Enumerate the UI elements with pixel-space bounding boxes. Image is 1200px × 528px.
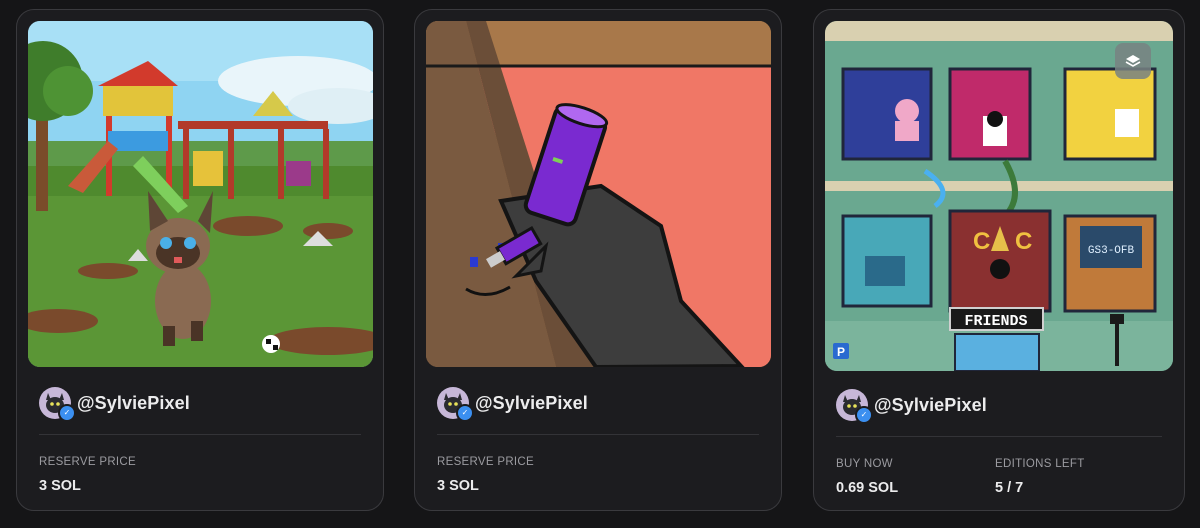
creator-avatar: ✓ xyxy=(836,389,873,424)
svg-text:C: C xyxy=(973,228,990,255)
nft-card-purple-battery[interactable]: ✓ @SylviePixel RESERVE PRICE 3 SOL xyxy=(414,9,782,511)
svg-text:C: C xyxy=(1015,228,1032,255)
artwork-friends-building[interactable]: C C FRIENDS GS3-OFB P xyxy=(825,21,1173,371)
buy-now-label: BUY NOW xyxy=(836,458,893,470)
artwork-purple-battery[interactable] xyxy=(426,21,771,367)
nft-card-playground-cat[interactable]: ✓ @SylviePixel RESERVE PRICE 3 SOL xyxy=(16,9,384,511)
editions-left-label: EDITIONS LEFT xyxy=(995,458,1085,470)
editions-left: EDITIONS LEFT 5 / 7 xyxy=(995,458,1085,496)
verified-check-icon: ✓ xyxy=(855,406,873,424)
reserve-price-value: 3 SOL xyxy=(39,478,81,494)
verified-check-icon: ✓ xyxy=(58,404,76,422)
divider xyxy=(39,434,361,435)
verified-check-icon: ✓ xyxy=(456,404,474,422)
creator-row[interactable]: ✓ @SylviePixel xyxy=(39,387,190,422)
friends-sign: FRIENDS xyxy=(964,313,1027,330)
creator-handle[interactable]: @SylviePixel xyxy=(77,393,190,414)
svg-text:P: P xyxy=(837,345,845,359)
reserve-price: RESERVE PRICE 3 SOL xyxy=(39,456,136,494)
nft-card-friends-building[interactable]: C C FRIENDS GS3-OFB P ✓ @SylviePixel BUY… xyxy=(813,9,1185,511)
reserve-price-value: 3 SOL xyxy=(437,478,479,494)
divider xyxy=(437,434,759,435)
layers-icon[interactable] xyxy=(1115,43,1151,79)
reserve-price: RESERVE PRICE 3 SOL xyxy=(437,456,534,494)
screen-text: GS3-OFB xyxy=(1088,245,1135,257)
reserve-price-label: RESERVE PRICE xyxy=(39,456,136,468)
buy-now: BUY NOW 0.69 SOL xyxy=(836,458,898,496)
artwork-playground-cat[interactable] xyxy=(28,21,373,367)
editions-left-value: 5 / 7 xyxy=(995,480,1024,496)
creator-avatar: ✓ xyxy=(437,387,474,422)
creator-row[interactable]: ✓ @SylviePixel xyxy=(437,387,588,422)
reserve-price-label: RESERVE PRICE xyxy=(437,456,534,468)
creator-row[interactable]: ✓ @SylviePixel xyxy=(836,389,987,424)
buy-now-value: 0.69 SOL xyxy=(836,480,899,496)
divider xyxy=(836,436,1162,437)
creator-handle[interactable]: @SylviePixel xyxy=(874,395,987,416)
creator-handle[interactable]: @SylviePixel xyxy=(475,393,588,414)
creator-avatar: ✓ xyxy=(39,387,76,422)
